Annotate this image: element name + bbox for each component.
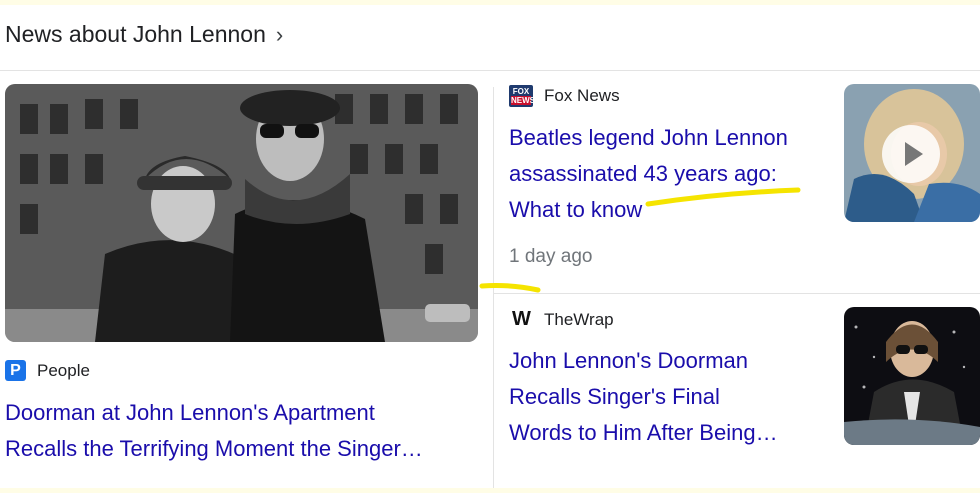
title-line[interactable]: Doorman at John Lennon's Apartment xyxy=(5,395,475,431)
story-thumbnail[interactable] xyxy=(844,307,980,445)
divider xyxy=(0,70,980,71)
story-thumbnail[interactable] xyxy=(844,84,980,222)
source-fox-news[interactable]: FOX NEWS Fox News xyxy=(509,85,620,107)
divider xyxy=(494,293,980,294)
news-header-title[interactable]: News about John Lennon xyxy=(5,21,266,48)
story-title[interactable]: John Lennon's Doorman Recalls Singer's F… xyxy=(509,343,829,451)
story-title[interactable]: Beatles legend John Lennon assassinated … xyxy=(509,120,829,228)
title-line[interactable]: John Lennon's Doorman xyxy=(509,343,829,379)
divider xyxy=(493,87,494,488)
source-name: TheWrap xyxy=(544,309,614,329)
title-line[interactable]: assassinated 43 years ago: xyxy=(509,156,829,192)
video-play-icon[interactable] xyxy=(882,125,940,183)
big-story-image[interactable] xyxy=(5,84,478,342)
title-line[interactable]: Recalls the Terrifying Moment the Singer… xyxy=(5,431,475,467)
title-line[interactable]: Recalls Singer's Final xyxy=(509,379,829,415)
big-story-title[interactable]: Doorman at John Lennon's Apartment Recal… xyxy=(5,395,475,467)
source-name: People xyxy=(37,360,90,380)
story-timestamp: 1 day ago xyxy=(509,246,593,267)
title-line[interactable]: What to know xyxy=(509,192,829,228)
news-header[interactable]: News about John Lennon › xyxy=(5,19,283,49)
chevron-right-icon[interactable]: › xyxy=(276,22,283,48)
source-thewrap[interactable]: W TheWrap xyxy=(509,308,614,331)
title-line[interactable]: Words to Him After Being… xyxy=(509,415,829,451)
fox-news-logo-icon: FOX NEWS xyxy=(509,85,535,107)
source-people[interactable]: P People xyxy=(5,360,90,381)
people-logo-icon: P xyxy=(5,360,26,381)
source-name: Fox News xyxy=(544,86,620,105)
thewrap-logo-icon: W xyxy=(512,308,531,330)
title-line[interactable]: Beatles legend John Lennon xyxy=(509,120,829,156)
